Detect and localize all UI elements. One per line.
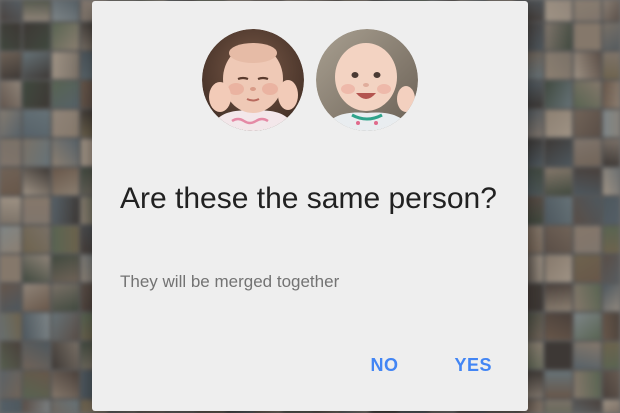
- yes-button[interactable]: YES: [454, 355, 492, 376]
- dialog-title: Are these the same person?: [120, 182, 497, 215]
- face-photo-right: [316, 29, 418, 131]
- dialog-subtitle: They will be merged together: [120, 272, 340, 291]
- merge-faces-dialog: Are these the same person? They will be …: [92, 1, 528, 411]
- no-button[interactable]: NO: [370, 355, 398, 376]
- dialog-actions: NO YES: [370, 355, 492, 376]
- face-pair: [92, 29, 528, 131]
- face-photo-left: [202, 29, 304, 131]
